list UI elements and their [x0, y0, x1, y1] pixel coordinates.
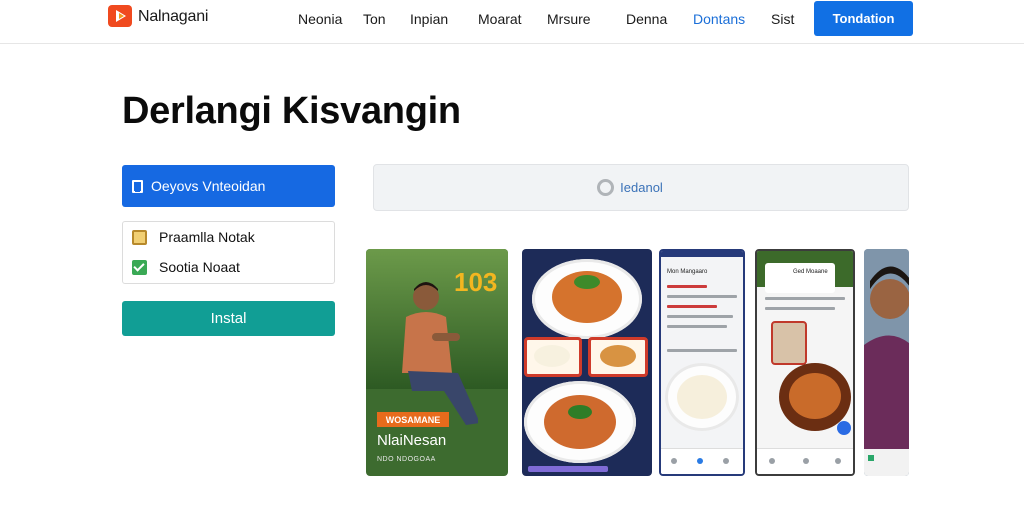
preview-card-portrait[interactable] — [864, 249, 909, 476]
text-line — [765, 307, 835, 310]
preview-card-food[interactable] — [522, 249, 652, 476]
text-line — [765, 297, 845, 300]
rice — [534, 345, 570, 367]
nav-link-1[interactable]: Neonia — [298, 11, 342, 27]
brand-name[interactable]: Nalnagani — [138, 8, 208, 26]
checkbox-checked[interactable] — [132, 259, 147, 275]
option-label-1: Praamlla Notak — [159, 229, 255, 245]
search-placeholder: Iedanol — [620, 180, 663, 195]
garnish — [574, 275, 600, 289]
phone-app-preview-1[interactable]: Mon Mangaaro — [659, 249, 745, 476]
nav-link-4[interactable]: Moarat — [478, 11, 522, 27]
cta-button[interactable]: Tondation — [814, 1, 913, 36]
rice-dish — [677, 375, 727, 419]
profile-icon[interactable] — [723, 458, 729, 464]
option-label-2: Sootia Noaat — [159, 259, 240, 275]
search-tab-icon[interactable] — [697, 458, 703, 464]
phone-app-title: Mon Mangaaro — [667, 269, 708, 275]
nav-link-3[interactable]: Inpian — [410, 11, 448, 27]
stew — [789, 373, 841, 419]
checkbox-unchecked[interactable] — [132, 229, 147, 245]
food-dish-bottom — [544, 395, 616, 449]
options-panel: Praamlla Notak Sootia Noaat — [122, 221, 335, 284]
progress-strip — [528, 466, 608, 472]
nav-link-6[interactable]: Denna — [626, 11, 667, 27]
nav-link-5[interactable]: Mrsure — [547, 11, 591, 27]
edit-icon[interactable] — [837, 421, 851, 435]
phone-bottom-nav — [757, 448, 853, 474]
text-line — [667, 325, 727, 328]
profile-icon[interactable] — [835, 458, 841, 464]
phone-status-bar — [661, 251, 743, 257]
text-line — [667, 295, 737, 298]
text-line — [667, 315, 733, 318]
home-icon[interactable] — [769, 458, 775, 464]
search-field[interactable]: Iedanol — [373, 164, 909, 211]
profile-photo — [771, 321, 807, 365]
phone-app-title: Ged Moaane — [793, 269, 828, 275]
home-icon[interactable] — [671, 458, 677, 464]
garnish-bottom — [568, 405, 592, 419]
text-line — [667, 285, 707, 288]
option-item-2[interactable]: Sootia Noaat — [132, 259, 240, 275]
app-header-panel — [765, 263, 835, 293]
primary-button-label: Oeyovs Vnteoidan — [151, 178, 266, 194]
brand-logo-icon[interactable] — [108, 5, 132, 27]
text-line — [667, 349, 737, 352]
card-subtitle: NDO NDOGOAA — [377, 456, 436, 463]
search-icon — [597, 179, 615, 196]
card-number: 103 — [454, 267, 498, 297]
portrait-illustration — [864, 249, 909, 476]
phone-app-preview-2[interactable]: Ged Moaane — [755, 249, 855, 476]
card-title: NlaiNesan — [377, 432, 447, 449]
page-title: Derlangi Kisvangin — [122, 90, 461, 132]
nav-link-7-active[interactable]: Dontans — [693, 11, 745, 27]
install-button[interactable]: Instal — [122, 301, 335, 336]
nav-link-2[interactable]: Ton — [363, 11, 386, 27]
text-line — [667, 305, 717, 308]
nav-link-8[interactable]: Sist — [771, 11, 794, 27]
phone-bottom-nav — [661, 448, 743, 474]
primary-button[interactable]: Oeyovs Vnteoidan — [122, 165, 335, 207]
option-item-1[interactable]: Praamlla Notak — [132, 229, 255, 245]
card-badge: WOSAMANE — [377, 412, 449, 427]
search-tab-icon[interactable] — [803, 458, 809, 464]
top-navigation-bar: Nalnagani Neonia Ton Inpian Moarat Mrsur… — [0, 0, 1024, 44]
bookmark-icon — [132, 179, 143, 193]
side-dish — [600, 345, 636, 367]
preview-card-person[interactable]: 103 WOSAMANE NlaiNesan NDO NDOGOAA — [366, 249, 508, 476]
